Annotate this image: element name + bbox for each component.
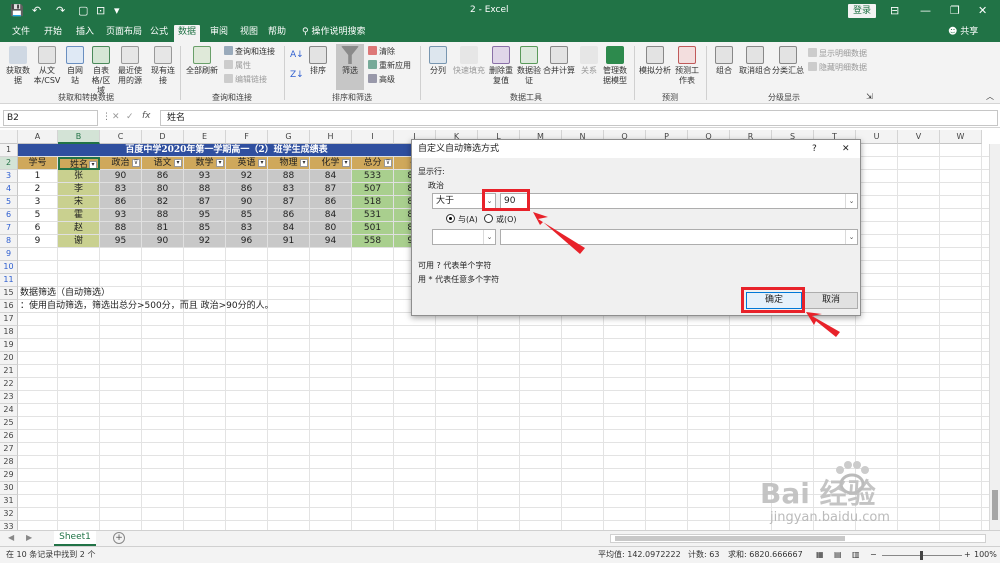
watermark-url: jingyan.baidu.com: [770, 510, 890, 525]
watermark-brand: Bai 经验: [760, 477, 876, 510]
arrow-to-value: [533, 212, 585, 254]
watermark: Bai 经验 jingyan.baidu.com: [760, 456, 990, 526]
arrow-to-ok: [806, 312, 840, 337]
